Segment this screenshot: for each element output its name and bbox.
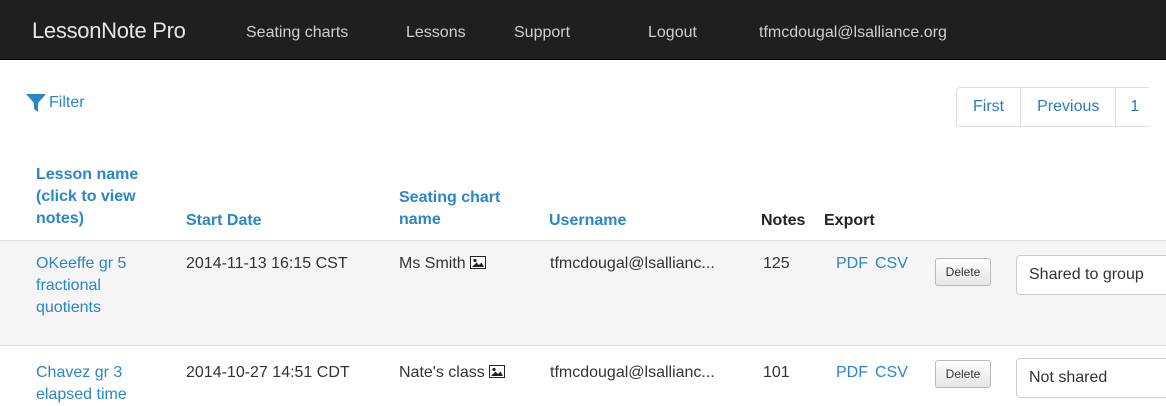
export-pdf-link[interactable]: PDF (836, 253, 868, 275)
brand-logo[interactable]: LessonNote Pro (32, 18, 186, 44)
nav-account-email[interactable]: tfmcdougal@lsalliance.org (759, 24, 947, 42)
export-csv-link[interactable]: CSV (875, 253, 908, 275)
username: tfmcdougal@lsallianc... (550, 364, 715, 381)
sharing-select[interactable]: Not shared (1016, 358, 1166, 398)
pagination: First Previous 1 (956, 87, 1150, 127)
table-row: OKeeffe gr 5 fractional quotients 2014-1… (0, 241, 1166, 345)
seating-chart-name[interactable]: Nate's class (399, 362, 505, 384)
username: tfmcdougal@lsallianc... (550, 255, 715, 272)
header-notes: Notes (761, 212, 806, 229)
picture-icon[interactable] (488, 365, 505, 378)
header-start-date[interactable]: Start Date (186, 210, 262, 232)
export-csv-link[interactable]: CSV (875, 362, 908, 384)
picture-icon[interactable] (469, 256, 486, 269)
filter-label: Filter (49, 94, 85, 111)
lesson-name-link[interactable]: OKeeffe gr 5 fractional quotients (36, 253, 126, 319)
lesson-name-link[interactable]: Chavez gr 3 elapsed time (36, 362, 127, 406)
page-number-1[interactable]: 1 (1116, 88, 1149, 126)
top-navbar: LessonNote Pro Seating charts Lessons Su… (0, 0, 1166, 60)
start-date: 2014-10-27 14:51 CDT (186, 364, 350, 381)
table-row: Chavez gr 3 elapsed time 2014-10-27 14:5… (0, 346, 1166, 406)
header-export: Export (824, 212, 875, 229)
start-date: 2014-11-13 16:15 CST (186, 255, 348, 272)
nav-support[interactable]: Support (514, 24, 570, 42)
delete-button[interactable]: Delete (935, 258, 991, 286)
header-username[interactable]: Username (549, 210, 626, 232)
delete-button[interactable]: Delete (935, 360, 991, 388)
nav-seating-charts[interactable]: Seating charts (246, 24, 348, 42)
seating-chart-name[interactable]: Ms Smith (399, 253, 486, 275)
export-pdf-link[interactable]: PDF (836, 362, 868, 384)
nav-logout[interactable]: Logout (648, 24, 697, 42)
header-lesson-name[interactable]: Lesson name (click to view notes) (36, 164, 138, 230)
sharing-select[interactable]: Shared to group (1016, 255, 1166, 295)
header-seating-chart[interactable]: Seating chart name (399, 187, 500, 231)
nav-lessons[interactable]: Lessons (406, 24, 466, 42)
notes-count: 101 (763, 364, 790, 381)
page-previous-button[interactable]: Previous (1021, 88, 1117, 126)
page-first-button[interactable]: First (957, 88, 1022, 126)
notes-count: 125 (763, 255, 790, 272)
funnel-icon (26, 94, 46, 112)
filter-toggle[interactable]: Filter (26, 92, 85, 114)
